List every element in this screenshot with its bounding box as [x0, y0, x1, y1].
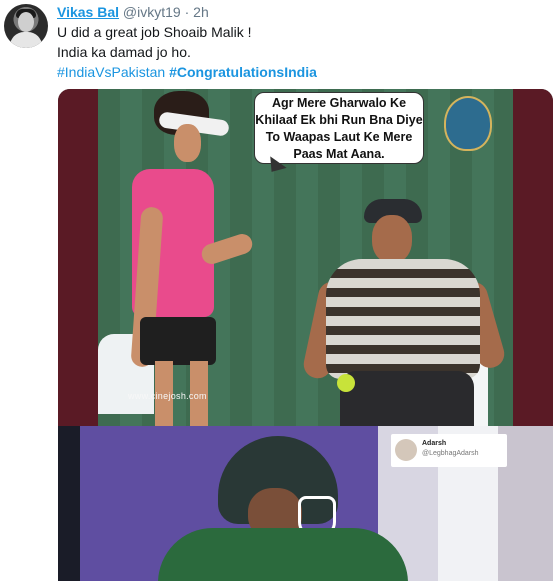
- tweet-header: Vikas Bal @ivkyt19 · 2h: [57, 2, 209, 22]
- tweet-text-line-2: India ka damad jo ho.: [57, 44, 191, 60]
- man-pants: [340, 371, 474, 426]
- woman-face: [174, 124, 201, 162]
- hashtag-congratulations-india[interactable]: #CongratulationsIndia: [169, 64, 317, 80]
- meme-top-panel: Agr Mere Gharwalo Ke Khilaaf Ek bhi Run …: [58, 89, 553, 426]
- quoted-user-avatar: [395, 439, 417, 461]
- speech-bubble: Agr Mere Gharwalo Ke Khilaaf Ek bhi Run …: [254, 92, 424, 164]
- watermark: www.cinejosh.com: [128, 391, 207, 401]
- avatar[interactable]: [4, 4, 48, 48]
- green-jersey: [158, 528, 408, 581]
- user-name[interactable]: Vikas Bal: [57, 4, 119, 20]
- tweet-text-line-1: U did a great job Shoaib Malik !: [57, 24, 252, 40]
- striped-shirt: [326, 259, 480, 379]
- man-face: [372, 215, 412, 263]
- quoted-user-card: Adarsh @LegbhagAdarsh: [391, 434, 507, 467]
- emblem-icon: [444, 96, 492, 151]
- hashtags-line: #IndiaVsPakistan #CongratulationsIndia: [57, 62, 317, 82]
- timestamp[interactable]: 2h: [193, 4, 209, 20]
- avatar-face: [18, 12, 34, 32]
- avatar-body: [10, 32, 42, 48]
- meme-bottom-panel: Adarsh @LegbhagAdarsh: [58, 426, 553, 581]
- tweet-media[interactable]: Agr Mere Gharwalo Ke Khilaaf Ek bhi Run …: [58, 89, 553, 581]
- user-handle[interactable]: @ivkyt19: [123, 4, 181, 20]
- tweet: Vikas Bal @ivkyt19 · 2h U did a great jo…: [0, 0, 555, 581]
- quoted-user-name: Adarsh: [422, 440, 447, 447]
- separator: ·: [184, 4, 190, 20]
- tennis-ball: [337, 374, 355, 392]
- skirt: [140, 317, 216, 365]
- quoted-user-handle: @LegbhagAdarsh: [422, 450, 479, 457]
- hashtag-india-vs-pakistan[interactable]: #IndiaVsPakistan: [57, 64, 165, 80]
